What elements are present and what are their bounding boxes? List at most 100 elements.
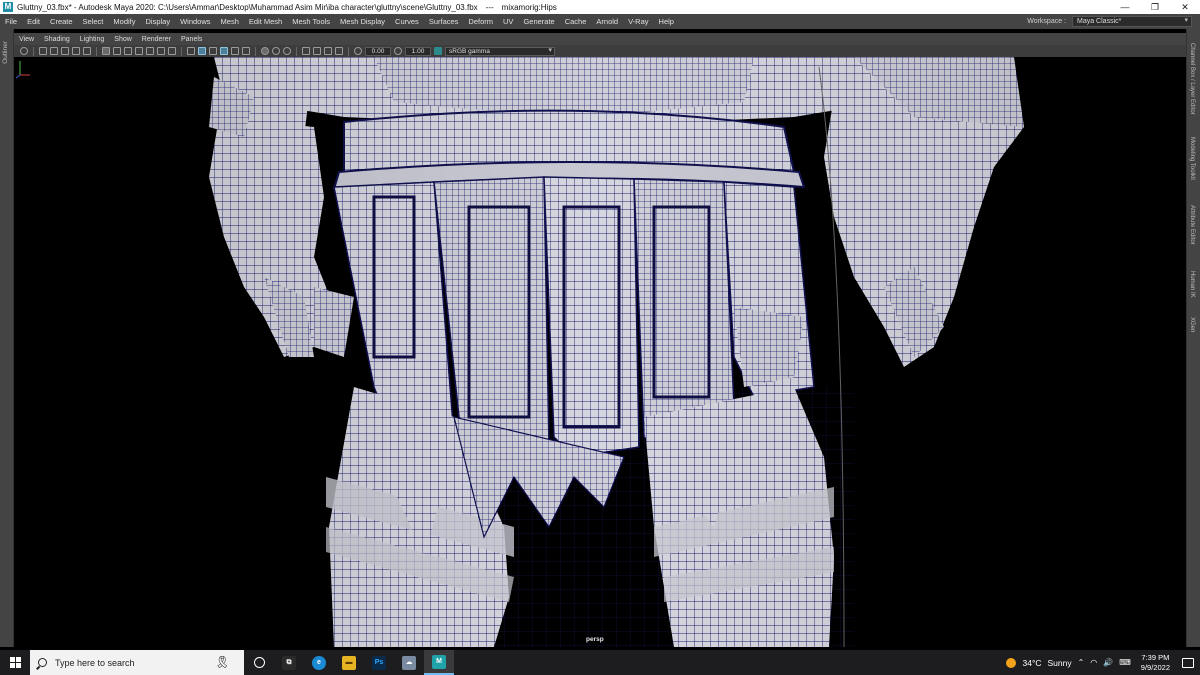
windows-taskbar: Type here to search 🎗 ⧉ e ▬ Ps ☁ M 34°C …	[0, 650, 1200, 675]
menu-modify[interactable]: Modify	[108, 17, 140, 26]
weather-temperature[interactable]: 34°C	[1022, 658, 1041, 668]
resolution-gate-icon[interactable]	[124, 47, 132, 55]
xray-active-icon[interactable]	[324, 47, 332, 55]
tab-modeling-toolkit[interactable]: Modeling Toolkit	[1189, 137, 1195, 180]
ambient-occlusion-icon[interactable]	[272, 47, 280, 55]
menu-mesh[interactable]: Mesh	[216, 17, 244, 26]
menu-curves[interactable]: Curves	[390, 17, 424, 26]
textured-icon[interactable]	[231, 47, 239, 55]
color-space-dropdown[interactable]: sRGB gamma	[445, 46, 555, 56]
gamma-field[interactable]: 1.00	[405, 46, 431, 56]
taskbar-search[interactable]: Type here to search 🎗	[30, 650, 244, 675]
cloud-app-icon: ☁	[402, 655, 416, 670]
clock[interactable]: 7:39 PM 9/9/2022	[1141, 653, 1170, 673]
xray-icon[interactable]	[313, 47, 321, 55]
outliner-tab[interactable]: Outliner	[2, 41, 9, 64]
grease-pencil-icon[interactable]	[83, 47, 91, 55]
smooth-shade-icon[interactable]	[198, 47, 206, 55]
keyboard-layout-icon[interactable]: ⌨	[1119, 658, 1131, 667]
lights-icon[interactable]	[242, 47, 250, 55]
taskbar-app-photoshop[interactable]: Ps	[364, 650, 394, 675]
exposure-icon[interactable]	[354, 47, 362, 55]
notifications-icon[interactable]	[1182, 657, 1194, 668]
title-separator: ---	[485, 2, 494, 12]
select-camera-icon[interactable]	[20, 47, 28, 55]
menu-help[interactable]: Help	[654, 17, 679, 26]
film-gate-icon[interactable]	[113, 47, 121, 55]
wireframe-on-shaded-icon[interactable]	[220, 47, 228, 55]
menu-mesh-display[interactable]: Mesh Display	[335, 17, 390, 26]
xray-joints-icon[interactable]	[335, 47, 343, 55]
menu-mesh-tools[interactable]: Mesh Tools	[287, 17, 335, 26]
safe-action-icon[interactable]	[157, 47, 165, 55]
menu-file[interactable]: File	[0, 17, 22, 26]
color-management-icon[interactable]	[434, 47, 442, 55]
taskbar-app-file-explorer[interactable]: ▬	[334, 650, 364, 675]
weather-condition[interactable]: Sunny	[1047, 658, 1071, 668]
gate-mask-icon[interactable]	[135, 47, 143, 55]
image-plane-icon[interactable]	[61, 47, 69, 55]
menu-generate[interactable]: Generate	[518, 17, 559, 26]
bookmarks-icon[interactable]	[50, 47, 58, 55]
menu-create[interactable]: Create	[45, 17, 78, 26]
folder-icon: ▬	[342, 655, 356, 670]
camera-attributes-icon[interactable]	[39, 47, 47, 55]
taskbar-app-maya[interactable]: M	[424, 650, 454, 675]
outliner-strip[interactable]: Outliner	[0, 29, 14, 647]
character-mesh-render	[14, 57, 1186, 647]
cortana-button[interactable]	[244, 650, 274, 675]
menu-cache[interactable]: Cache	[560, 17, 592, 26]
panel-menu-view[interactable]: View	[14, 36, 39, 43]
workspace-dropdown[interactable]: Maya Classic*	[1072, 16, 1192, 27]
menu-select[interactable]: Select	[78, 17, 109, 26]
tab-human-ik[interactable]: Human IK	[1189, 271, 1195, 298]
safe-title-icon[interactable]	[168, 47, 176, 55]
window-controls: — ❐ ✕	[1110, 0, 1200, 14]
workspace-selector: Workspace : Maya Classic*	[1027, 16, 1192, 27]
menu-windows[interactable]: Windows	[175, 17, 215, 26]
tab-xgen[interactable]: XGen	[1189, 317, 1195, 332]
toolbar-divider	[255, 46, 256, 56]
motion-blur-icon[interactable]	[283, 47, 291, 55]
panel-menu-shading[interactable]: Shading	[39, 36, 75, 43]
field-chart-icon[interactable]	[146, 47, 154, 55]
default-material-icon[interactable]	[209, 47, 217, 55]
taskbar-app-cloud[interactable]: ☁	[394, 650, 424, 675]
camera-name-label: persp	[586, 636, 604, 643]
menu-arnold[interactable]: Arnold	[591, 17, 623, 26]
gamma-icon[interactable]	[394, 47, 402, 55]
exposure-field[interactable]: 0.00	[365, 46, 391, 56]
shadows-icon[interactable]	[261, 47, 269, 55]
title-bar: M Gluttny_03.fbx* - Autodesk Maya 2020: …	[0, 0, 1200, 14]
panel-menu-show[interactable]: Show	[109, 36, 137, 43]
sun-weather-icon	[1006, 657, 1017, 668]
wireframe-icon[interactable]	[187, 47, 195, 55]
menu-surfaces[interactable]: Surfaces	[424, 17, 464, 26]
panel-menu-panels[interactable]: Panels	[176, 36, 207, 43]
isolate-select-icon[interactable]	[302, 47, 310, 55]
show-hidden-icons-chevron-icon[interactable]: ⌃	[1078, 658, 1085, 667]
2d-pan-zoom-icon[interactable]	[72, 47, 80, 55]
clock-date: 9/9/2022	[1140, 662, 1170, 672]
restore-button[interactable]: ❐	[1140, 0, 1170, 14]
toolbar-divider	[181, 46, 182, 56]
panel-menu-lighting[interactable]: Lighting	[75, 36, 110, 43]
start-button[interactable]	[0, 650, 30, 675]
menu-display[interactable]: Display	[141, 17, 176, 26]
close-button[interactable]: ✕	[1170, 0, 1200, 14]
panel-menu-renderer[interactable]: Renderer	[137, 36, 176, 43]
grid-icon[interactable]	[102, 47, 110, 55]
tab-channel-box[interactable]: Channel Box / Layer Editor	[1189, 43, 1195, 115]
taskbar-app-task-view[interactable]: ⧉	[274, 650, 304, 675]
menu-edit-mesh[interactable]: Edit Mesh	[244, 17, 287, 26]
menu-vray[interactable]: V-Ray	[623, 17, 653, 26]
menu-edit[interactable]: Edit	[22, 17, 45, 26]
wifi-icon[interactable]: ◠	[1090, 658, 1097, 667]
minimize-button[interactable]: —	[1110, 0, 1140, 14]
volume-icon[interactable]: 🔊	[1103, 658, 1113, 667]
menu-deform[interactable]: Deform	[463, 17, 498, 26]
taskbar-app-edge[interactable]: e	[304, 650, 334, 675]
menu-uv[interactable]: UV	[498, 17, 518, 26]
perspective-viewport[interactable]: persp	[14, 57, 1186, 647]
tab-attribute-editor[interactable]: Attribute Editor	[1189, 205, 1195, 245]
